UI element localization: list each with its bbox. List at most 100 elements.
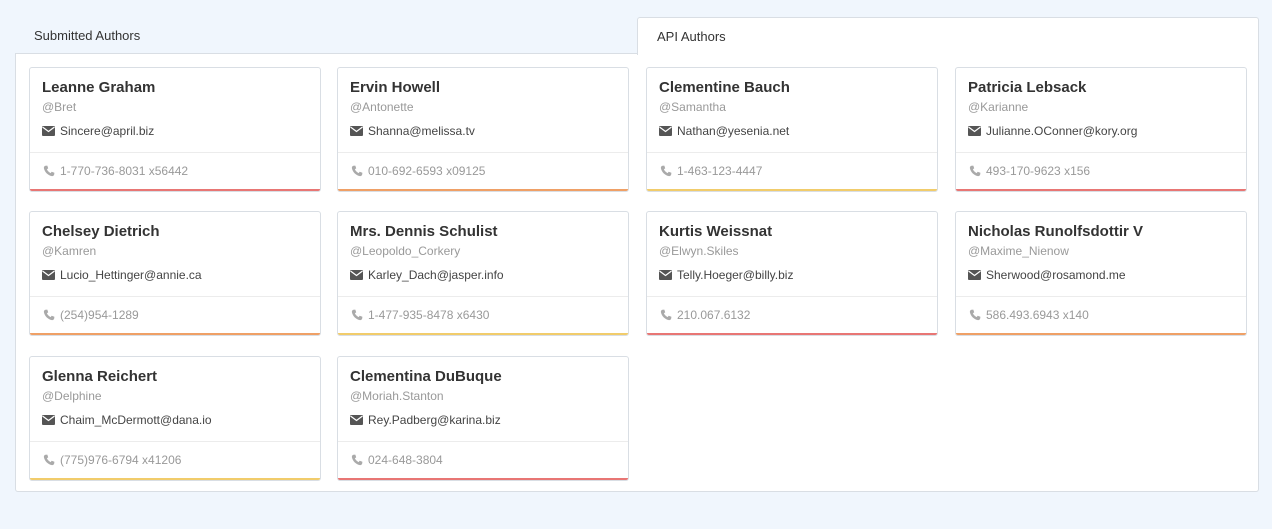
phone-text: 586.493.6943 x140 <box>986 308 1089 322</box>
email-text: Sincere@april.biz <box>60 124 155 138</box>
phone-icon <box>351 165 363 177</box>
email-text: Julianne.OConner@kory.org <box>986 124 1138 138</box>
card-accent-bar <box>647 333 937 335</box>
author-email[interactable]: Chaim_McDermott@dana.io <box>42 413 308 427</box>
email-text: Telly.Hoeger@billy.biz <box>677 268 794 282</box>
author-email[interactable]: Lucio_Hettinger@annie.ca <box>42 268 308 282</box>
tab-label: Submitted Authors <box>34 27 141 43</box>
authors-panel: Leanne Graham @Bret Sincere@april.biz 1-… <box>15 54 1259 492</box>
phone-icon <box>351 454 363 466</box>
phone-text: 210.067.6132 <box>677 308 751 322</box>
author-name: Patricia Lebsack <box>968 79 1087 96</box>
author-phone[interactable]: 1-463-123-4447 <box>647 153 937 189</box>
envelope-icon <box>42 126 55 136</box>
phone-text: 010-692-6593 x09125 <box>368 164 486 178</box>
envelope-icon <box>42 270 55 280</box>
phone-icon <box>43 165 55 177</box>
envelope-icon <box>968 126 981 136</box>
author-username: @Elwyn.Skiles <box>659 244 739 258</box>
author-card[interactable]: Ervin Howell @Antonette Shanna@melissa.t… <box>337 67 629 192</box>
tab-submitted-authors[interactable]: Submitted Authors <box>15 17 637 54</box>
author-username: @Moriah.Stanton <box>350 389 444 403</box>
envelope-icon <box>659 270 672 280</box>
phone-text: 1-477-935-8478 x6430 <box>368 308 490 322</box>
card-accent-bar <box>30 333 320 335</box>
author-phone[interactable]: (254)954-1289 <box>30 297 320 333</box>
envelope-icon <box>350 126 363 136</box>
author-email[interactable]: Telly.Hoeger@billy.biz <box>659 268 925 282</box>
card-accent-bar <box>338 333 628 335</box>
author-card[interactable]: Clementina DuBuque @Moriah.Stanton Rey.P… <box>337 356 629 481</box>
author-card[interactable]: Kurtis Weissnat @Elwyn.Skiles Telly.Hoeg… <box>646 211 938 336</box>
card-accent-bar <box>338 189 628 191</box>
author-phone[interactable]: 010-692-6593 x09125 <box>338 153 628 189</box>
author-username: @Delphine <box>42 389 102 403</box>
author-name: Nicholas Runolfsdottir V <box>968 223 1144 240</box>
author-card[interactable]: Patricia Lebsack @Karianne Julianne.OCon… <box>955 67 1247 192</box>
email-text: Shanna@melissa.tv <box>368 124 475 138</box>
envelope-icon <box>968 270 981 280</box>
author-username: @Antonette <box>350 100 414 114</box>
author-phone[interactable]: 1-770-736-8031 x56442 <box>30 153 320 189</box>
envelope-icon <box>42 415 55 425</box>
phone-icon <box>969 165 981 177</box>
card-accent-bar <box>956 189 1246 191</box>
author-username: @Samantha <box>659 100 726 114</box>
phone-icon <box>43 309 55 321</box>
envelope-icon <box>350 270 363 280</box>
author-phone[interactable]: 1-477-935-8478 x6430 <box>338 297 628 333</box>
envelope-icon <box>350 415 363 425</box>
card-accent-bar <box>30 478 320 480</box>
card-accent-bar <box>956 333 1246 335</box>
phone-icon <box>969 309 981 321</box>
author-email[interactable]: Nathan@yesenia.net <box>659 124 925 138</box>
phone-icon <box>43 454 55 466</box>
author-username: @Leopoldo_Corkery <box>350 244 461 258</box>
author-username: @Maxime_Nienow <box>968 244 1069 258</box>
author-card[interactable]: Clementine Bauch @Samantha Nathan@yeseni… <box>646 67 938 192</box>
author-username: @Bret <box>42 100 77 114</box>
author-phone[interactable]: 024-648-3804 <box>338 442 628 478</box>
author-card[interactable]: Mrs. Dennis Schulist @Leopoldo_Corkery K… <box>337 211 629 336</box>
author-phone[interactable]: 493-170-9623 x156 <box>956 153 1246 189</box>
author-email[interactable]: Karley_Dach@jasper.info <box>350 268 616 282</box>
email-text: Rey.Padberg@karina.biz <box>368 413 501 427</box>
author-email[interactable]: Rey.Padberg@karina.biz <box>350 413 616 427</box>
author-email[interactable]: Sherwood@rosamond.me <box>968 268 1234 282</box>
tab-api-authors[interactable]: API Authors <box>637 17 1259 55</box>
phone-text: (775)976-6794 x41206 <box>60 453 182 467</box>
author-email[interactable]: Sincere@april.biz <box>42 124 308 138</box>
phone-icon <box>660 309 672 321</box>
author-email[interactable]: Julianne.OConner@kory.org <box>968 124 1234 138</box>
author-card[interactable]: Glenna Reichert @Delphine Chaim_McDermot… <box>29 356 321 481</box>
author-name: Ervin Howell <box>350 79 441 96</box>
phone-icon <box>660 165 672 177</box>
email-text: Karley_Dach@jasper.info <box>368 268 504 282</box>
author-name: Mrs. Dennis Schulist <box>350 223 498 240</box>
author-name: Clementina DuBuque <box>350 368 502 385</box>
phone-text: 024-648-3804 <box>368 453 443 467</box>
author-phone[interactable]: (775)976-6794 x41206 <box>30 442 320 478</box>
tab-label: API Authors <box>657 29 726 44</box>
phone-icon <box>351 309 363 321</box>
author-name: Chelsey Dietrich <box>42 223 160 240</box>
author-username: @Karianne <box>968 100 1029 114</box>
card-accent-bar <box>647 189 937 191</box>
email-text: Chaim_McDermott@dana.io <box>60 413 212 427</box>
author-username: @Kamren <box>42 244 97 258</box>
email-text: Sherwood@rosamond.me <box>986 268 1126 282</box>
phone-text: 493-170-9623 x156 <box>986 164 1091 178</box>
author-phone[interactable]: 210.067.6132 <box>647 297 937 333</box>
email-text: Lucio_Hettinger@annie.ca <box>60 268 202 282</box>
author-email[interactable]: Shanna@melissa.tv <box>350 124 616 138</box>
phone-text: (254)954-1289 <box>60 308 139 322</box>
author-phone[interactable]: 586.493.6943 x140 <box>956 297 1246 333</box>
phone-text: 1-463-123-4447 <box>677 164 763 178</box>
author-card[interactable]: Chelsey Dietrich @Kamren Lucio_Hettinger… <box>29 211 321 336</box>
envelope-icon <box>659 126 672 136</box>
phone-text: 1-770-736-8031 x56442 <box>60 164 189 178</box>
card-accent-bar <box>338 478 628 480</box>
author-name: Glenna Reichert <box>42 368 158 385</box>
author-card[interactable]: Leanne Graham @Bret Sincere@april.biz 1-… <box>29 67 321 192</box>
author-card[interactable]: Nicholas Runolfsdottir V @Maxime_Nienow … <box>955 211 1247 336</box>
